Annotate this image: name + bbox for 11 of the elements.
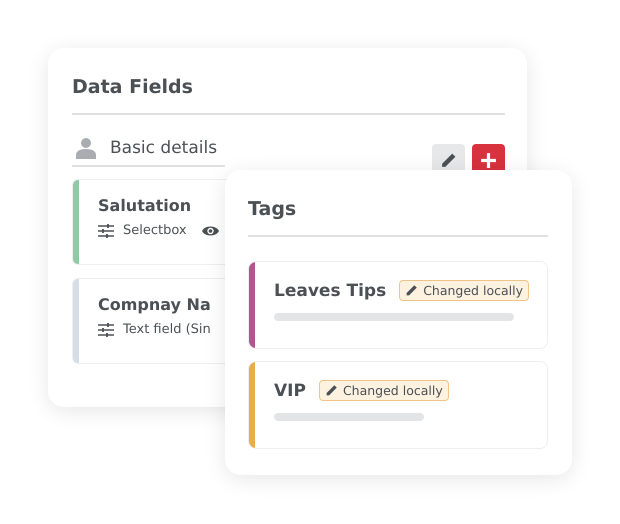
field-name: Compnay Na — [98, 295, 211, 314]
tag-name: VIP — [274, 380, 306, 400]
field-name: Salutation — [98, 196, 192, 215]
tag-name: Leaves Tips — [274, 280, 386, 300]
card-title: Tags — [248, 198, 548, 237]
field-type: Text field (Sin — [123, 322, 211, 337]
section-title: Basic details — [110, 138, 218, 158]
field-type: Selectbox — [123, 223, 187, 238]
card-title: Data Fields — [72, 76, 505, 115]
changed-badge: Changed locally — [399, 280, 529, 301]
changed-badge: Changed locally — [318, 380, 449, 401]
